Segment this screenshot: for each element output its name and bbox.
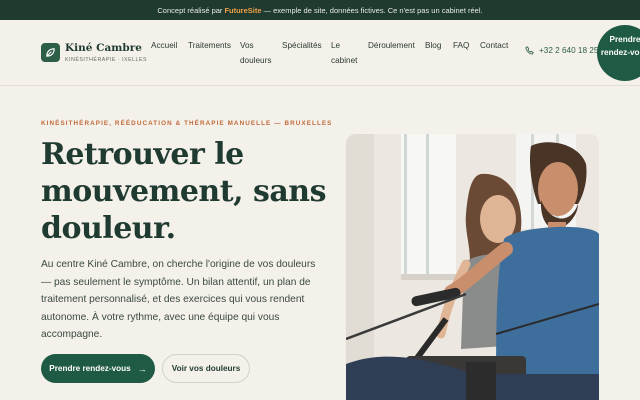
appointment-button-label: Prendre rendez-vous [49, 364, 131, 373]
hero-eyebrow: KINÉSITHÉRAPIE, RÉÉDUCATION & THÉRAPIE M… [41, 120, 333, 127]
notice-brand-link[interactable]: FutureSite [224, 6, 261, 15]
nav-item-faq[interactable]: FAQ [453, 38, 469, 53]
leaf-logo-icon[interactable] [41, 43, 60, 62]
hero-photo [346, 134, 599, 400]
hero-lead: Au centre Kiné Cambre, on cherche l'orig… [41, 259, 316, 341]
logo-tagline: KINÉSITHÉRAPIE · IXELLES [65, 57, 148, 63]
nav-item-contact[interactable]: Contact [480, 38, 508, 53]
hero-headline: Retrouver le mouvement, sans douleur. [41, 137, 327, 246]
see-pains-button[interactable]: Voir vos douleurs [162, 354, 250, 383]
notice-prefix: Concept réalisé par [157, 5, 223, 15]
nav-item-accueil[interactable]: Accueil [151, 38, 177, 53]
nav-item-vos-douleurs[interactable]: Vos douleurs [240, 38, 276, 68]
arrow-right-icon: → [137, 363, 147, 374]
notice-suffix: — exemple de site, données fictives. Ce … [263, 5, 483, 15]
phone-link[interactable]: +32 2 640 18 25 [525, 46, 598, 55]
phone-number: +32 2 640 18 25 [539, 46, 599, 55]
nav-item-traitements[interactable]: Traitements [188, 38, 231, 53]
phone-icon [525, 46, 534, 55]
logo-name[interactable]: Kiné Cambre [65, 42, 142, 54]
demo-notice-bar: Concept réalisé par FutureSite — exemple… [0, 0, 640, 20]
appointment-button[interactable]: Prendre rendez-vous → [41, 354, 155, 383]
nav-item-deroulement[interactable]: Déroulement [368, 38, 415, 53]
nav-item-le-cabinet[interactable]: Le cabinet [331, 38, 361, 68]
nav-item-specialites[interactable]: Spécialités [282, 38, 322, 53]
site-header: Kiné Cambre KINÉSITHÉRAPIE · IXELLES Acc… [0, 20, 640, 86]
nav-item-blog[interactable]: Blog [425, 38, 441, 53]
